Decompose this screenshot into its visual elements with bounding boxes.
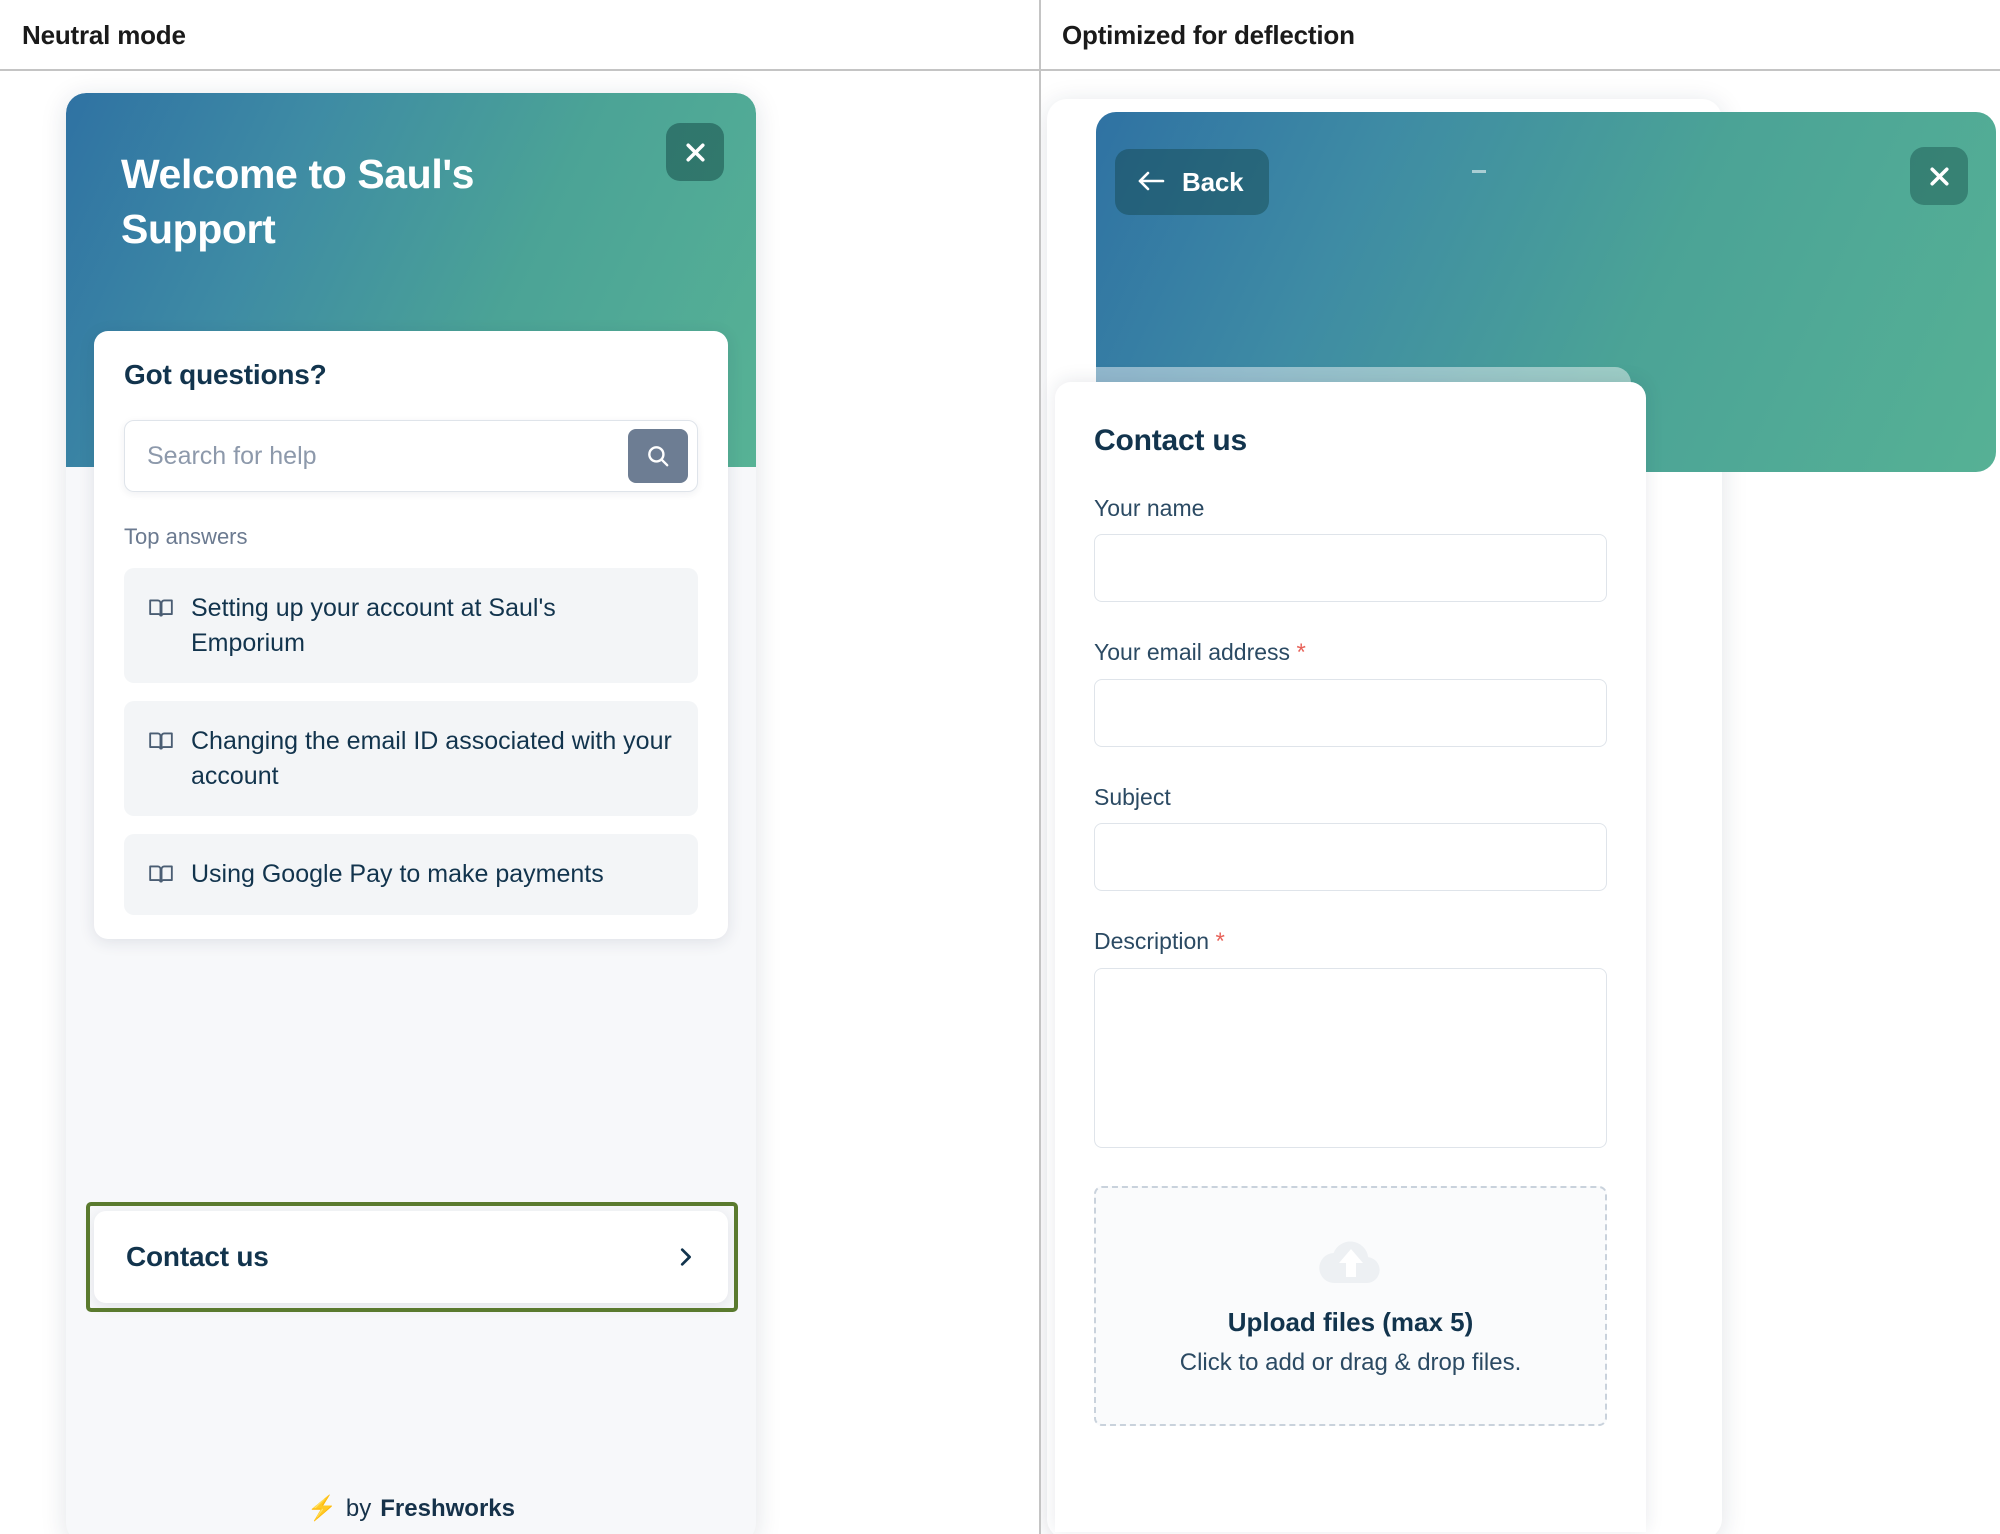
field-label: Description *: [1094, 928, 1225, 955]
book-icon: [148, 728, 174, 759]
branding-by-label: by: [345, 1494, 372, 1522]
column-header-neutral-label: Neutral mode: [22, 19, 186, 50]
freshworks-branding: ⚡ by Freshworks: [66, 1494, 756, 1523]
list-item-label: Setting up your account at Saul's Empori…: [191, 594, 556, 657]
contact-us-button[interactable]: Contact us: [94, 1211, 728, 1303]
chevron-right-icon: [674, 1246, 696, 1268]
list-item-label: Changing the email ID associated with yo…: [191, 727, 672, 790]
book-icon: [148, 595, 174, 626]
subject-input[interactable]: [1094, 823, 1607, 891]
lightning-bolt-icon: ⚡: [307, 1495, 337, 1522]
list-item[interactable]: Setting up your account at Saul's Empori…: [124, 568, 698, 683]
column-header-neutral: Neutral mode: [0, 0, 1040, 70]
close-icon[interactable]: [1910, 147, 1968, 205]
top-answers-label: Top answers: [124, 524, 248, 549]
search-card: Got questions? Top answers: [94, 331, 728, 939]
field-your-name: Your name: [1094, 495, 1607, 602]
search-card-title: Got questions?: [124, 359, 327, 390]
search-icon[interactable]: [628, 429, 688, 483]
field-description: Description *: [1094, 928, 1607, 1153]
field-label: Subject: [1094, 784, 1171, 810]
field-label: Your name: [1094, 495, 1205, 521]
top-answers-list: Setting up your account at Saul's Empori…: [94, 568, 728, 915]
email-field[interactable]: [1094, 679, 1607, 747]
arrow-left-icon: [1137, 170, 1167, 195]
contact-form-card: Contact us Your name Your email address …: [1055, 382, 1646, 1532]
your-name-input[interactable]: [1094, 534, 1607, 602]
contact-form-title: Contact us: [1094, 424, 1248, 457]
list-item-label: Using Google Pay to make payments: [191, 860, 604, 888]
upload-title: Upload files (max 5): [1227, 1307, 1474, 1337]
search-bar: [124, 420, 698, 492]
description-textarea[interactable]: [1094, 968, 1607, 1148]
neutral-mode-panel: Welcome to Saul's Support Got questions?: [0, 71, 1039, 1534]
close-icon[interactable]: [666, 123, 724, 181]
back-button[interactable]: Back: [1115, 149, 1270, 215]
hero-title: Welcome to Saul's Support: [121, 151, 475, 252]
field-label: Your email address *: [1094, 639, 1306, 666]
back-button-label: Back: [1182, 166, 1244, 197]
upload-subtitle: Click to add or drag & drop files.: [1179, 1349, 1522, 1376]
list-item[interactable]: Using Google Pay to make payments: [124, 834, 698, 915]
list-item[interactable]: Changing the email ID associated with yo…: [124, 701, 698, 816]
required-asterisk: *: [1296, 639, 1306, 666]
file-upload-dropzone[interactable]: Upload files (max 5) Click to add or dra…: [1094, 1186, 1607, 1426]
required-asterisk: *: [1215, 928, 1225, 955]
screenshot-root: Neutral mode Optimized for deflection We…: [0, 0, 2000, 1534]
cloud-upload-icon: [1318, 1235, 1384, 1285]
hero-placeholder-dash: [1472, 170, 1486, 173]
column-header-deflection: Optimized for deflection: [1040, 0, 2000, 70]
deflection-mode-panel: Back Contact us Your name Your email add…: [1041, 71, 2000, 1534]
support-widget-neutral: Welcome to Saul's Support Got questions?: [66, 93, 756, 1534]
book-icon: [148, 861, 174, 892]
field-subject: Subject: [1094, 784, 1607, 891]
field-your-email: Your email address *: [1094, 639, 1607, 747]
branding-name-label: Freshworks: [380, 1494, 515, 1522]
column-header-deflection-label: Optimized for deflection: [1062, 19, 1355, 50]
search-input[interactable]: [125, 441, 628, 471]
contact-us-label: Contact us: [126, 1241, 269, 1272]
